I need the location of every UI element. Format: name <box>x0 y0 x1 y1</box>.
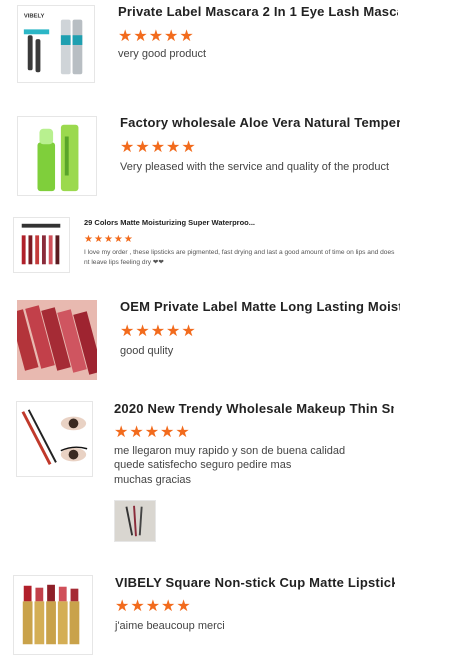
mascara-product-icon[interactable]: VIBELY <box>17 5 95 83</box>
star-icon: ★ <box>150 323 167 340</box>
star-icon: ★ <box>103 234 114 245</box>
eyeliner-pencil-icon[interactable] <box>16 401 93 477</box>
review-item: VIBELY Private Label Mascara 2 In 1 Eye … <box>0 0 458 90</box>
review-text: me llegaron muy rapido y son de buena ca… <box>114 444 345 487</box>
review-item: VIBELY Square Non-stick Cup Matte Lipsti… <box>0 570 458 660</box>
star-icon: ★ <box>129 424 145 441</box>
star-icon: ★ <box>181 323 197 340</box>
star-icon: ★ <box>113 234 124 245</box>
customer-photo-pencils-icon[interactable] <box>114 500 156 542</box>
star-icon: ★ <box>130 598 146 615</box>
brand-text: VIBELY <box>24 14 45 20</box>
rating-stars: ★★★★★ <box>114 422 191 442</box>
star-icon: ★ <box>161 598 177 615</box>
star-icon: ★ <box>123 234 134 245</box>
aloe-lip-balm-product-icon[interactable] <box>17 116 97 196</box>
review-text: j'aime beaucoup merci <box>115 620 225 634</box>
star-icon: ★ <box>160 424 176 441</box>
review-line: j'aime beaucoup merci <box>115 620 225 632</box>
rating-stars: ★★★★★ <box>118 26 195 46</box>
rating-stars: ★★★★★ <box>120 321 197 341</box>
star-icon: ★ <box>135 323 151 340</box>
review-item: OEM Private Label Matte Long Lasting Moi… <box>0 294 458 384</box>
product-title[interactable]: VIBELY Square Non-stick Cup Matte Lipsti… <box>115 575 395 590</box>
product-title[interactable]: OEM Private Label Matte Long Lasting Moi… <box>120 299 400 314</box>
star-icon: ★ <box>133 28 149 45</box>
rating-stars: ★★★★★ <box>84 234 134 245</box>
rating-stars: ★★★★★ <box>120 137 197 157</box>
product-title[interactable]: Private Label Mascara 2 In 1 Eye Lash Ma… <box>118 4 398 19</box>
review-line: me llegaron muy rapido y son de buena ca… <box>114 445 346 457</box>
review-text: I love my order , these lipsticks are pi… <box>84 248 446 268</box>
gold-lipstick-set-icon[interactable] <box>13 575 93 655</box>
star-icon: ★ <box>144 424 161 441</box>
product-title[interactable]: Factory wholesale Aloe Vera Natural Temp… <box>120 115 400 130</box>
review-line: I love my order , these lipsticks are pi… <box>84 249 395 256</box>
star-icon: ★ <box>181 139 197 156</box>
star-icon: ★ <box>148 28 165 45</box>
star-icon: ★ <box>164 28 180 45</box>
review-text: very good product <box>118 48 206 62</box>
star-icon: ★ <box>84 234 94 245</box>
product-title[interactable]: 2020 New Trendy Wholesale Makeup Thin Sm… <box>114 401 394 416</box>
star-icon: ★ <box>176 598 192 615</box>
review-text: Very pleased with the service and qualit… <box>120 161 389 175</box>
product-title[interactable]: 29 Colors Matte Moisturizing Super Water… <box>84 218 284 227</box>
star-icon: ★ <box>166 139 182 156</box>
star-icon: ★ <box>93 234 104 245</box>
review-item: 29 Colors Matte Moisturizing Super Water… <box>0 214 458 278</box>
review-item: 2020 New Trendy Wholesale Makeup Thin Sm… <box>0 396 458 556</box>
star-icon: ★ <box>120 323 136 340</box>
review-line: nt leave lips feeling dry ❤❤ <box>84 258 164 266</box>
review-line: good qulity <box>120 345 174 357</box>
review-line: Very pleased with the service and qualit… <box>120 161 390 173</box>
review-line: muchas gracias <box>114 473 192 486</box>
star-icon: ★ <box>166 323 182 340</box>
red-lip-gloss-tubes-icon[interactable] <box>17 300 97 380</box>
star-icon: ★ <box>120 139 136 156</box>
star-icon: ★ <box>118 28 134 45</box>
star-icon: ★ <box>150 139 167 156</box>
review-line: very good product <box>118 48 207 60</box>
review-text: good qulity <box>120 345 173 359</box>
review-item: Factory wholesale Aloe Vera Natural Temp… <box>0 110 458 200</box>
star-icon: ★ <box>145 598 162 615</box>
rating-stars: ★★★★★ <box>115 596 192 616</box>
review-line: quede satisfecho seguro pedire mas <box>114 459 292 472</box>
star-icon: ★ <box>175 424 191 441</box>
star-icon: ★ <box>115 598 131 615</box>
liquid-lipstick-set-icon[interactable] <box>13 217 70 273</box>
star-icon: ★ <box>114 424 130 441</box>
star-icon: ★ <box>179 28 195 45</box>
star-icon: ★ <box>135 139 151 156</box>
